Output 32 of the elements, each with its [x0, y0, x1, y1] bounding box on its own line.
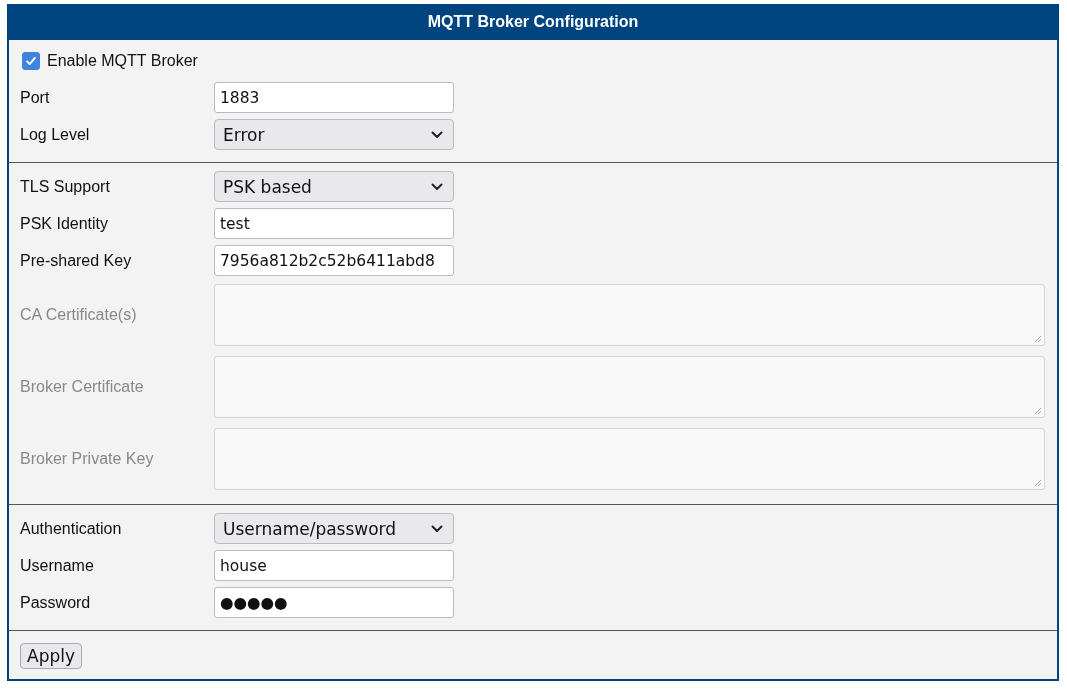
resize-grip-icon [1034, 479, 1042, 487]
field-label: Broker Certificate [20, 378, 145, 396]
input-field[interactable]: house [214, 550, 454, 581]
text-area[interactable] [214, 428, 1045, 490]
input-field[interactable]: 1883 [214, 82, 454, 113]
dropdown[interactable]: PSK based [214, 171, 454, 202]
field-label: TLS Support [20, 177, 111, 196]
field-label: Broker Private Key [20, 450, 155, 468]
panel-title: MQTT Broker Configuration [427, 13, 639, 31]
chevron-down-icon [431, 182, 443, 191]
input-field[interactable]: ●●●●● [214, 587, 454, 618]
dropdown[interactable]: Error [214, 119, 454, 150]
input-field[interactable]: test [214, 208, 454, 239]
checkbox[interactable] [22, 51, 40, 70]
resize-grip-icon [1034, 335, 1042, 343]
text-area[interactable] [214, 356, 1045, 418]
field-label: PSK Identity [20, 214, 110, 233]
field-label: Log Level [20, 125, 91, 144]
field-label: Password [20, 593, 92, 612]
resize-grip-icon [1034, 407, 1042, 415]
dropdown[interactable]: Username/password [214, 513, 454, 544]
field-label: Username [20, 556, 95, 575]
input-field[interactable]: 7956a812b2c52b6411abd8 [214, 245, 454, 276]
chevron-down-icon [431, 524, 443, 533]
chevron-down-icon [431, 130, 443, 139]
field-label: Authentication [20, 519, 123, 538]
field-label: CA Certificate(s) [20, 306, 138, 324]
field-label: Pre-shared Key [20, 251, 133, 270]
checkbox-label: Enable MQTT Broker [47, 51, 198, 70]
text-area[interactable] [214, 284, 1045, 346]
apply-button[interactable]: Apply [20, 643, 82, 669]
field-label: Port [20, 88, 51, 107]
